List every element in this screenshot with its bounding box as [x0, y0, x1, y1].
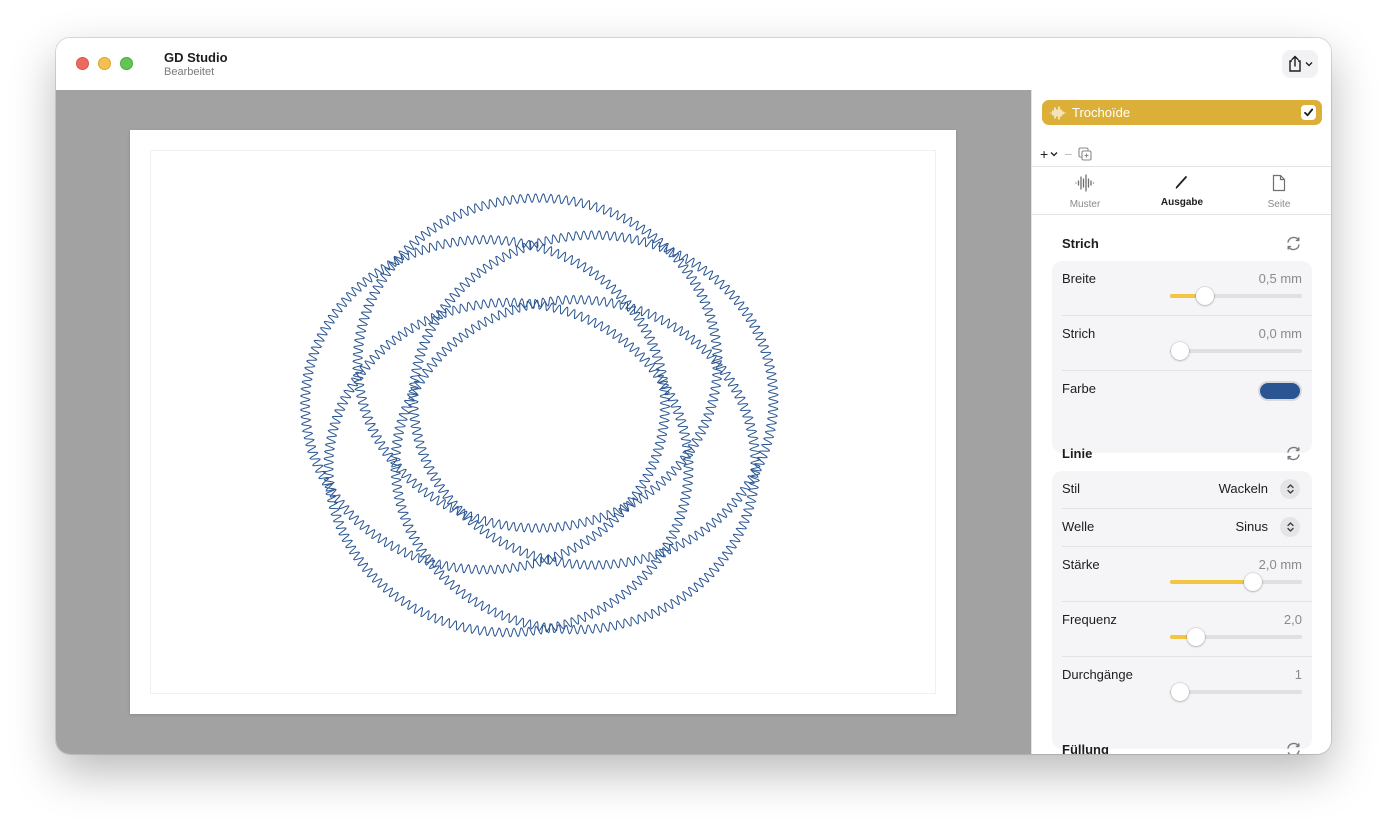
slider-knob[interactable]: [1171, 683, 1189, 701]
maximize-window-button[interactable]: [120, 57, 133, 70]
linie-card: Stil Wackeln Welle Sinus Stärke 2,0 mm F…: [1052, 471, 1312, 749]
durchgaenge-value: 1: [1294, 667, 1302, 682]
chevron-up-down-icon: [1286, 484, 1294, 494]
canvas-area[interactable]: [56, 90, 1031, 754]
document-status: Bearbeitet: [164, 66, 215, 78]
row-separator: [1062, 546, 1312, 547]
breite-label: Breite: [1062, 271, 1096, 286]
slider-knob[interactable]: [1171, 342, 1189, 360]
stil-select[interactable]: Wackeln: [1219, 481, 1268, 496]
duplicate-icon[interactable]: [1078, 147, 1092, 161]
paper-page[interactable]: [130, 130, 956, 714]
tab-label: Ausgabe: [1160, 197, 1204, 208]
add-layer-button[interactable]: +: [1040, 147, 1058, 161]
durchgaenge-slider[interactable]: [1170, 683, 1302, 701]
frequenz-label: Frequenz: [1062, 612, 1117, 627]
reset-icon[interactable]: [1285, 235, 1302, 252]
strich-slider[interactable]: [1170, 342, 1302, 360]
staerke-slider[interactable]: [1170, 573, 1302, 591]
close-window-button[interactable]: [76, 57, 89, 70]
staerke-label: Stärke: [1062, 557, 1100, 572]
app-title: GD Studio: [164, 50, 228, 65]
tab-seite[interactable]: Seite: [1244, 174, 1314, 210]
tab-muster[interactable]: Muster: [1050, 174, 1120, 210]
inspector-sidebar: Trochoïde + − Muster Ausgabe Seite Stric…: [1031, 90, 1331, 754]
strich-label: Strich: [1062, 326, 1096, 341]
welle-label: Welle: [1062, 519, 1095, 534]
remove-layer-button[interactable]: −: [1064, 147, 1072, 161]
strich-card: Breite 0,5 mm Strich 0,0 mm Farbe: [1052, 261, 1312, 453]
share-button[interactable]: [1282, 50, 1318, 78]
waveform-icon: [1050, 106, 1066, 120]
section-title-linie: Linie: [1062, 446, 1093, 461]
stil-stepper[interactable]: [1280, 479, 1300, 499]
divider: [1032, 166, 1331, 167]
share-icon: [1289, 55, 1301, 72]
chevron-down-icon: [1050, 152, 1058, 157]
layer-row-trochoide[interactable]: Trochoïde: [1042, 100, 1322, 125]
durchgaenge-label: Durchgänge: [1062, 667, 1133, 682]
row-separator: [1062, 508, 1312, 509]
trochoid-drawing: [299, 193, 779, 638]
chevron-up-down-icon: [1286, 522, 1294, 532]
trochoid-loop: [390, 294, 761, 635]
waveform-icon: [1075, 174, 1095, 192]
app-window: GD Studio Bearbeitet Trochoïde + − Muste…: [56, 38, 1331, 754]
layer-toolbar: + −: [1040, 146, 1092, 162]
frequenz-slider[interactable]: [1170, 628, 1302, 646]
page-icon: [1272, 174, 1286, 192]
color-swatch[interactable]: [1258, 381, 1302, 401]
trochoid-loop: [323, 297, 694, 638]
reset-icon[interactable]: [1285, 445, 1302, 462]
divider: [1032, 214, 1331, 215]
minimize-window-button[interactable]: [98, 57, 111, 70]
strich-value: 0,0 mm: [1258, 326, 1302, 341]
frequenz-value: 2,0: [1283, 612, 1302, 627]
chevron-down-icon: [1305, 62, 1313, 67]
plus-icon: +: [1040, 146, 1049, 162]
row-separator: [1062, 656, 1312, 657]
pen-icon: [1175, 176, 1187, 189]
breite-value: 0,5 mm: [1258, 271, 1302, 286]
section-title-fuellung: Füllung: [1062, 742, 1109, 754]
tab-label: Seite: [1267, 199, 1291, 210]
tab-label: Muster: [1069, 199, 1101, 210]
welle-stepper[interactable]: [1280, 517, 1300, 537]
farbe-label: Farbe: [1062, 381, 1096, 396]
breite-slider[interactable]: [1170, 287, 1302, 305]
row-separator: [1062, 601, 1312, 602]
slider-knob[interactable]: [1195, 287, 1214, 305]
stil-label: Stil: [1062, 481, 1081, 496]
layer-visibility-checkbox[interactable]: [1301, 105, 1316, 120]
title-bar: GD Studio Bearbeitet: [56, 38, 1331, 90]
reset-icon[interactable]: [1285, 741, 1302, 754]
tab-ausgabe[interactable]: Ausgabe: [1147, 174, 1217, 208]
row-separator: [1062, 315, 1312, 316]
staerke-value: 2,0 mm: [1258, 557, 1302, 572]
layer-name: Trochoïde: [1072, 105, 1131, 120]
section-title-strich: Strich: [1062, 236, 1099, 251]
slider-knob[interactable]: [1186, 628, 1205, 646]
row-separator: [1062, 370, 1312, 371]
checkmark-icon: [1304, 108, 1314, 117]
welle-select[interactable]: Sinus: [1235, 519, 1268, 534]
slider-knob[interactable]: [1243, 573, 1262, 591]
slider-fill: [1170, 580, 1253, 584]
